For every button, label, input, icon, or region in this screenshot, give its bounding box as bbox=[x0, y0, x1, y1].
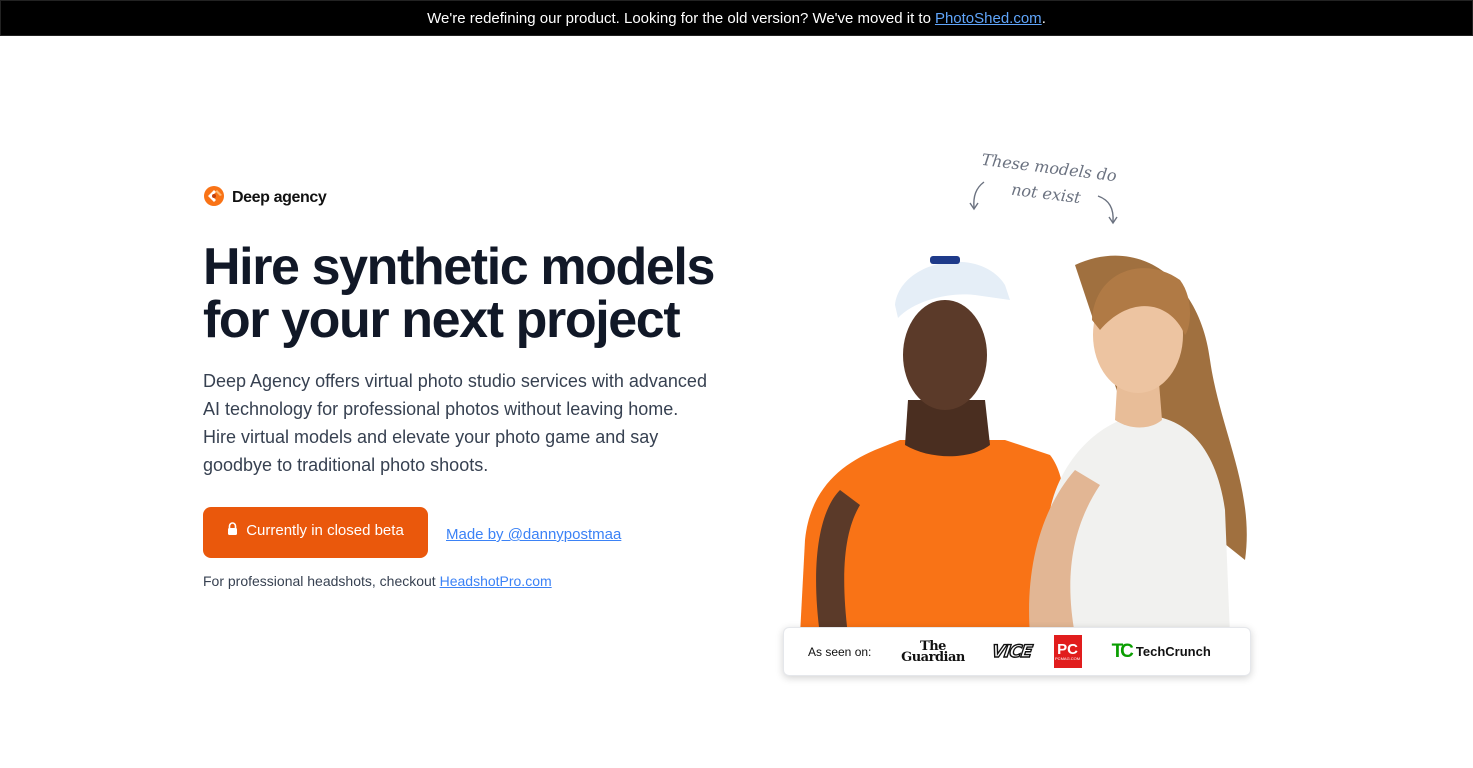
banner-suffix: . bbox=[1041, 9, 1046, 27]
announcement-banner: We're redefining our product. Looking fo… bbox=[0, 0, 1473, 36]
techcrunch-mark: TC bbox=[1111, 640, 1134, 662]
headshotpro-link[interactable]: HeadshotPro.com bbox=[440, 573, 552, 589]
headshot-note: For professional headshots, checkout Hea… bbox=[203, 573, 723, 589]
arrow-left-icon bbox=[968, 180, 990, 217]
techcrunch-logo: TC TechCrunch bbox=[1112, 641, 1211, 663]
brand-name: Deep agency bbox=[232, 189, 327, 206]
vice-logo: VICE bbox=[990, 641, 1034, 662]
pcmag-top: PC bbox=[1057, 641, 1078, 658]
made-by-link[interactable]: Made by @dannypostmaa bbox=[446, 526, 621, 543]
hero-description: Deep Agency offers virtual photo studio … bbox=[203, 371, 707, 475]
lock-icon bbox=[227, 522, 238, 539]
closed-beta-label: Currently in closed beta bbox=[246, 522, 404, 539]
models-image bbox=[800, 255, 1247, 635]
techcrunch-wordmark: TechCrunch bbox=[1135, 644, 1211, 659]
page-title: Hire synthetic models for your next proj… bbox=[203, 238, 715, 349]
brand-logo-icon bbox=[203, 185, 225, 212]
banner-text: We're redefining our product. Looking fo… bbox=[427, 9, 931, 27]
pcmag-logo: PC PCMAG.COM bbox=[1053, 635, 1082, 668]
guardian-logo: The Guardian bbox=[900, 640, 966, 665]
photoshed-link[interactable]: PhotoShed.com bbox=[935, 10, 1042, 27]
arrow-right-icon bbox=[1095, 192, 1119, 231]
guardian-line2: Guardian bbox=[901, 649, 965, 665]
brand[interactable]: Deep agency bbox=[203, 185, 723, 211]
pcmag-bottom: PCMAG.COM bbox=[1055, 656, 1081, 661]
headshot-text: For professional headshots, checkout bbox=[203, 573, 436, 589]
cta-row: Currently in closed beta Made by @dannyp… bbox=[203, 507, 723, 558]
hero-content: Deep agency Hire synthetic models for yo… bbox=[203, 185, 723, 589]
as-seen-on-card: As seen on: The Guardian VICE PC PCMAG.C… bbox=[783, 627, 1251, 676]
closed-beta-button[interactable]: Currently in closed beta bbox=[203, 507, 428, 558]
hero-visual: These models do not exist As seen on: Th… bbox=[780, 140, 1260, 700]
as-seen-on-label: As seen on: bbox=[808, 644, 872, 659]
